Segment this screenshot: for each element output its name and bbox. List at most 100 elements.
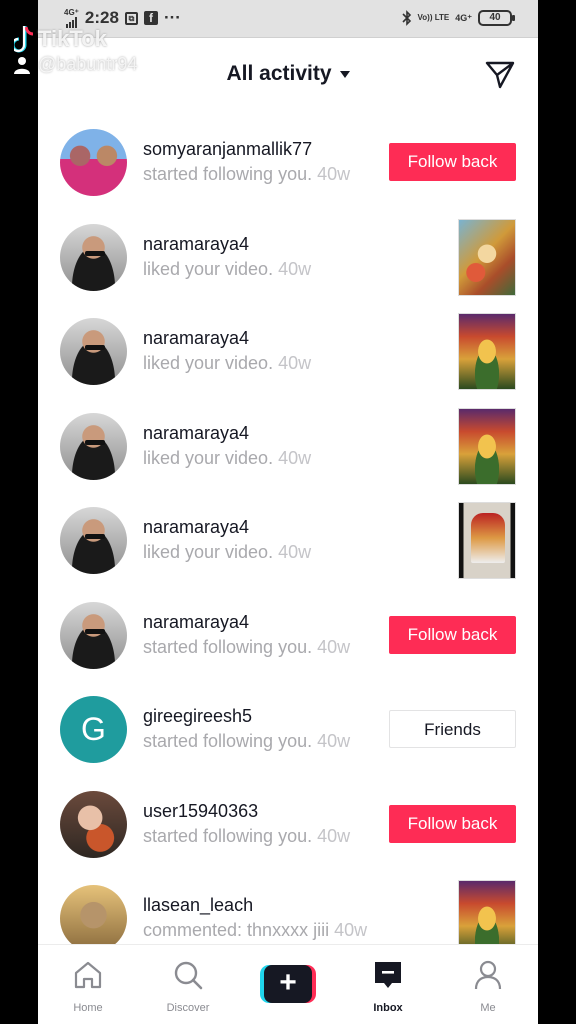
activity-text: naramaraya4 liked your video. 40w (143, 517, 398, 563)
activity-time: 40w (317, 825, 351, 846)
avatar[interactable] (60, 790, 127, 858)
follow-back-button[interactable]: Follow back (389, 615, 516, 654)
avatar[interactable]: G (60, 696, 127, 763)
activity-row[interactable]: naramaraya4 liked your video. 40w (38, 305, 538, 400)
avatar[interactable] (60, 129, 127, 196)
activity-text: naramaraya4 started following you. 40w (143, 612, 398, 658)
activity-action: started following you. (143, 731, 313, 751)
nav-inbox[interactable]: Inbox (343, 959, 433, 1014)
video-thumbnail[interactable] (458, 880, 516, 944)
send-icon[interactable] (484, 58, 516, 90)
bluetooth-icon (401, 10, 411, 26)
username[interactable]: naramaraya4 (143, 423, 398, 444)
activity-text: llasean_leach commented: thnxxxx jiii 40… (143, 895, 438, 941)
video-thumbnail[interactable] (458, 313, 516, 390)
home-icon (74, 961, 102, 989)
friends-button[interactable]: Friends (389, 710, 516, 748)
nav-home[interactable]: Home (43, 959, 133, 1014)
activity-time: 40w (278, 447, 312, 468)
follow-back-button[interactable]: Follow back (389, 143, 516, 181)
activity-action: commented: thnxxxx jiii (143, 920, 330, 940)
network-label: 4G⁺ (64, 7, 79, 17)
username[interactable]: gireegireesh5 (143, 706, 398, 727)
avatar[interactable] (60, 507, 127, 574)
activity-row[interactable]: naramaraya4 liked your video. 40w (38, 494, 538, 589)
activity-action: started following you. (143, 825, 313, 846)
profile-icon (474, 960, 502, 990)
username[interactable]: somyaranjanmallik77 (143, 139, 398, 160)
activity-row[interactable]: llasean_leach commented: thnxxxx jiii 40… (38, 872, 538, 944)
username[interactable]: naramaraya4 (143, 517, 398, 538)
activity-time: 40w (317, 164, 351, 184)
activity-row[interactable]: naramaraya4 liked your video. 40w (38, 211, 538, 306)
facebook-icon: f (143, 11, 158, 25)
activity-time: 40w (278, 542, 312, 562)
username[interactable]: naramaraya4 (143, 612, 398, 633)
activity-row[interactable]: naramaraya4 liked your video. 40w (38, 400, 538, 495)
avatar[interactable] (60, 318, 127, 385)
activity-time: 40w (317, 731, 351, 751)
activity-row[interactable]: user15940363 started following you. 40w … (38, 778, 538, 873)
battery-level: 40 (489, 12, 501, 23)
inbox-icon (375, 962, 401, 988)
nav-discover[interactable]: Discover (143, 959, 233, 1014)
create-button[interactable]: + (260, 965, 316, 1003)
activity-text: gireegireesh5 started following you. 40w (143, 706, 398, 752)
activity-text: naramaraya4 liked your video. 40w (143, 328, 398, 374)
nav-discover-label: Discover (166, 1002, 210, 1014)
activity-time: 40w (317, 636, 351, 657)
video-thumbnail[interactable] (458, 407, 516, 485)
username[interactable]: user15940363 (143, 801, 398, 822)
bottom-nav: Home Discover + Inbox Me (38, 944, 538, 1024)
activity-time: 40w (278, 258, 312, 279)
watermark-user: @babuntr94 (14, 54, 137, 75)
video-thumbnail[interactable] (458, 502, 516, 579)
activity-action: liked your video. (143, 353, 274, 373)
plus-icon: + (264, 965, 312, 1003)
activity-action: liked your video. (143, 542, 274, 562)
nav-home-label: Home (73, 1002, 103, 1014)
activity-description: started following you. 40w (143, 731, 398, 752)
avatar[interactable] (60, 223, 127, 291)
watermark-brand-text: TikTok (38, 26, 107, 51)
user-icon (14, 56, 30, 74)
nav-me[interactable]: Me (443, 959, 533, 1014)
activity-text: naramaraya4 liked your video. 40w (143, 234, 398, 280)
network-right-label: 4G⁺ (455, 12, 472, 23)
phone-screen: 4G⁺ 2:28 ⧉ f ··· Vo)) LTE 4G⁺ 40 All act… (38, 0, 538, 1024)
avatar[interactable] (60, 412, 127, 480)
activity-description: commented: thnxxxx jiii 40w (143, 920, 438, 941)
activity-action: liked your video. (143, 258, 274, 279)
activity-text: user15940363 started following you. 40w (143, 801, 398, 847)
page-title: All activity (226, 62, 332, 85)
activity-description: liked your video. 40w (143, 353, 398, 374)
activity-text: naramaraya4 liked your video. 40w (143, 423, 398, 469)
activity-action: started following you. (143, 164, 313, 184)
username[interactable]: llasean_leach (143, 895, 438, 916)
nav-inbox-label: Inbox (373, 1002, 403, 1014)
activity-time: 40w (278, 353, 312, 373)
status-right: Vo)) LTE 4G⁺ 40 (401, 10, 515, 26)
username[interactable]: naramaraya4 (143, 234, 398, 255)
activity-row[interactable]: naramaraya4 started following you. 40w F… (38, 589, 538, 684)
activity-description: liked your video. 40w (143, 542, 398, 563)
activity-list: somyaranjanmallik77 started following yo… (38, 116, 538, 944)
activity-row[interactable]: G gireegireesh5 started following you. 4… (38, 683, 538, 778)
username[interactable]: naramaraya4 (143, 328, 398, 349)
avatar[interactable] (60, 885, 127, 944)
follow-back-button[interactable]: Follow back (389, 804, 516, 843)
battery-icon: 40 (478, 10, 515, 26)
watermark-username: @babuntr94 (38, 54, 138, 74)
video-thumbnail[interactable] (458, 218, 516, 296)
activity-description: liked your video. 40w (143, 448, 398, 469)
activity-row[interactable]: somyaranjanmallik77 started following yo… (38, 116, 538, 211)
more-notifications: ··· (163, 8, 181, 27)
activity-action: liked your video. (143, 447, 274, 468)
activity-time: 40w (334, 920, 368, 940)
activity-description: started following you. 40w (143, 826, 398, 847)
tiktok-watermark: TikTok @babuntr94 (14, 24, 137, 75)
search-icon (174, 961, 203, 990)
activity-description: started following you. 40w (143, 637, 398, 658)
screenshot-icon: ⧉ (124, 11, 138, 25)
avatar[interactable] (60, 601, 127, 669)
